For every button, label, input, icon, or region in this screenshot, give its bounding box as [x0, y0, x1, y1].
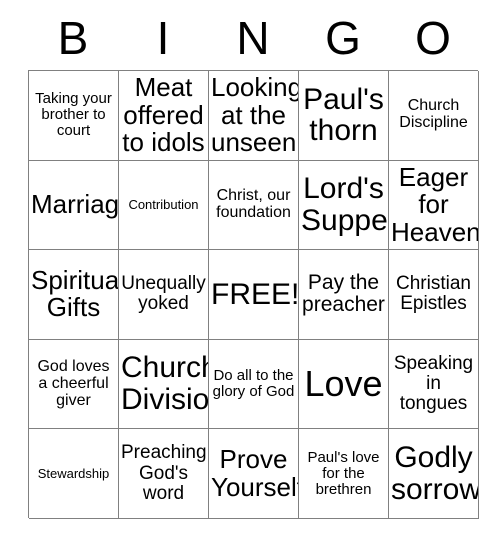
bingo-cell-label: FREE!: [211, 277, 299, 311]
bingo-cell-label: Taking your brother to court: [35, 90, 112, 140]
bingo-cell[interactable]: Spiritual Gifts: [29, 250, 119, 340]
bingo-cell-label: Eager for Heaven: [391, 161, 479, 247]
bingo-cell[interactable]: Paul's love for the brethren: [299, 429, 389, 519]
bingo-cell-label: Lord's Supper: [301, 172, 389, 237]
bingo-cell[interactable]: Unequally yoked: [119, 250, 209, 340]
bingo-header-letter-g: G: [325, 12, 361, 64]
bingo-header-letter-o: O: [415, 12, 451, 64]
bingo-cell[interactable]: Contribution: [119, 160, 209, 251]
bingo-header: B I N G O: [28, 8, 478, 68]
bingo-cell-label: Pay the preacher: [302, 271, 385, 317]
bingo-cell-label: Spiritual Gifts: [31, 264, 119, 323]
bingo-cell-label: Prove Yourself: [211, 444, 299, 502]
bingo-cell-label: Stewardship: [37, 465, 110, 481]
bingo-cell-label: Love: [304, 363, 383, 404]
bingo-cell[interactable]: Christian Epistles: [389, 250, 479, 340]
bingo-cell[interactable]: Marriage: [29, 160, 119, 251]
bingo-cell-label: Paul's thorn: [303, 82, 384, 148]
bingo-cell-label: Do all to the glory of God: [212, 367, 295, 401]
bingo-grid: Taking your brother to court Meat offere…: [28, 70, 479, 519]
bingo-cell-label: Church Division: [121, 351, 209, 417]
bingo-header-letter-b: B: [57, 12, 89, 64]
bingo-cell-label: Godly sorrow: [391, 440, 479, 506]
bingo-cell[interactable]: Eager for Heaven: [389, 160, 479, 251]
bingo-cell[interactable]: Paul's thorn: [299, 71, 389, 161]
bingo-cell-label: Speaking in tongues: [393, 352, 474, 415]
bingo-cell[interactable]: Church Discipline: [389, 71, 479, 161]
bingo-cell[interactable]: Lord's Supper: [299, 160, 389, 251]
bingo-cell[interactable]: God loves a cheerful giver: [29, 339, 119, 430]
bingo-cell[interactable]: Taking your brother to court: [29, 71, 119, 161]
bingo-cell-label: Church Discipline: [399, 97, 468, 132]
bingo-cell[interactable]: Love: [299, 339, 389, 430]
bingo-cell-label: Unequally yoked: [121, 273, 206, 315]
bingo-cell[interactable]: Prove Yourself: [209, 429, 299, 519]
bingo-cell-label: God loves a cheerful giver: [37, 357, 110, 409]
bingo-cell-free[interactable]: FREE!: [209, 250, 299, 340]
bingo-cell[interactable]: Godly sorrow: [389, 429, 479, 519]
bingo-header-letter-n: N: [236, 12, 270, 64]
bingo-cell[interactable]: Christ, our foundation: [209, 160, 299, 251]
bingo-cell-label: Christ, our foundation: [216, 186, 291, 221]
bingo-card: B I N G O Taking your brother to court M…: [0, 0, 500, 544]
bingo-cell[interactable]: Pay the preacher: [299, 250, 389, 340]
bingo-cell[interactable]: Meat offered to idols: [119, 71, 209, 161]
bingo-cell[interactable]: Stewardship: [29, 429, 119, 519]
bingo-header-letter-i: I: [156, 12, 170, 64]
bingo-cell[interactable]: Speaking in tongues: [389, 339, 479, 430]
bingo-cell[interactable]: Preaching God's word: [119, 429, 209, 519]
bingo-cell-label: Preaching God's word: [121, 442, 207, 504]
bingo-cell-label: Paul's love for the brethren: [307, 448, 380, 498]
bingo-cell[interactable]: Church Division: [119, 339, 209, 430]
bingo-cell-label: Christian Epistles: [396, 273, 471, 315]
bingo-cell-label: Contribution: [128, 197, 199, 212]
bingo-cell[interactable]: Looking at the unseen: [209, 71, 299, 161]
bingo-cell-label: Looking at the unseen: [211, 71, 299, 158]
bingo-cell-label: Marriage: [31, 189, 119, 220]
bingo-cell[interactable]: Do all to the glory of God: [209, 339, 299, 430]
bingo-cell-label: Meat offered to idols: [122, 71, 205, 158]
